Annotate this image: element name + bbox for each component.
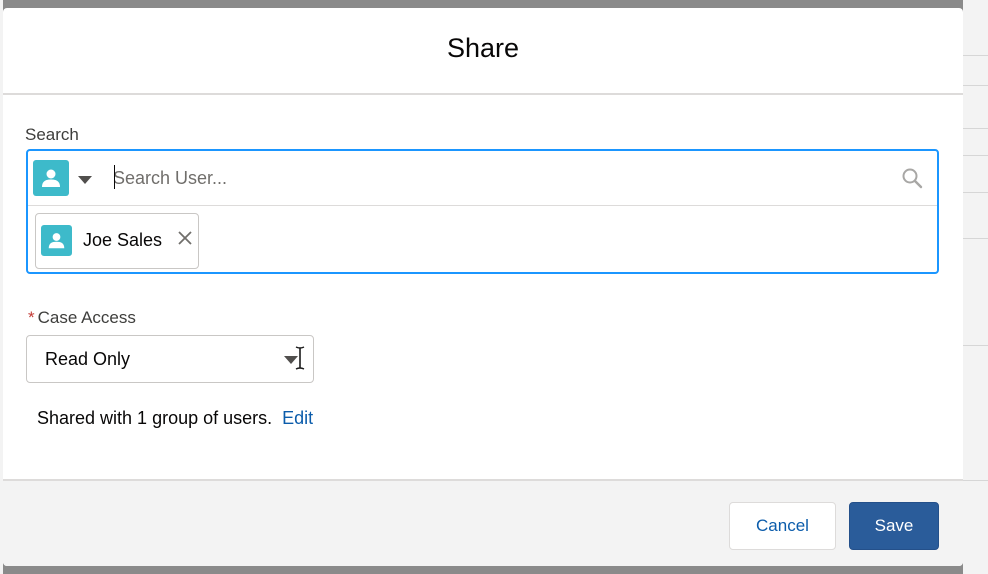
background-divider — [963, 85, 988, 86]
required-marker: * — [28, 308, 35, 327]
background-divider — [963, 55, 988, 56]
case-access-label: * Case Access — [28, 308, 136, 328]
background-page-right — [963, 0, 988, 574]
shared-summary-row: Shared with 1 group of users. Edit — [37, 408, 313, 429]
user-icon[interactable] — [33, 160, 69, 196]
chevron-down-icon[interactable] — [77, 175, 93, 185]
shared-summary-text: Shared with 1 group of users. — [37, 408, 273, 428]
search-row — [28, 151, 937, 206]
case-access-select[interactable]: Read Only — [26, 335, 314, 383]
background-divider — [963, 480, 988, 481]
cancel-button[interactable]: Cancel — [729, 502, 836, 550]
background-divider — [963, 192, 988, 193]
background-divider — [963, 238, 988, 239]
background-divider — [963, 128, 988, 129]
edit-sharing-link[interactable]: Edit — [282, 408, 313, 428]
modal-header: Share — [3, 8, 963, 95]
chevron-down-icon — [284, 356, 298, 364]
share-modal: Share Search Search User... Joe Sales * … — [3, 8, 963, 566]
user-search-combobox: Joe Sales — [26, 149, 939, 274]
user-icon-glyph — [42, 169, 60, 187]
user-icon — [41, 225, 72, 256]
selected-user-pill[interactable]: Joe Sales — [35, 213, 199, 269]
background-divider — [963, 155, 988, 156]
search-icon — [902, 168, 923, 189]
case-access-value: Read Only — [45, 349, 131, 369]
pill-label: Joe Sales — [83, 230, 163, 250]
search-input[interactable] — [113, 163, 883, 193]
search-label: Search — [25, 125, 79, 144]
save-button[interactable]: Save — [849, 502, 939, 550]
modal-title: Share — [446, 33, 520, 63]
user-icon-glyph — [48, 233, 65, 249]
background-divider — [963, 345, 988, 346]
text-caret — [114, 165, 115, 189]
case-access-label-text: Case Access — [37, 308, 136, 327]
modal-footer: Cancel Save — [3, 479, 963, 566]
close-icon[interactable] — [176, 229, 194, 247]
